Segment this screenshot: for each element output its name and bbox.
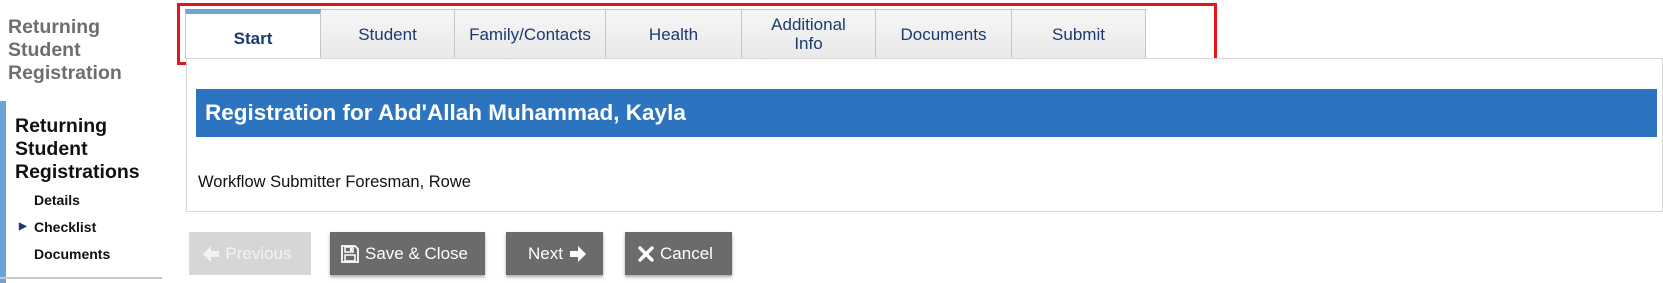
selected-arrow-icon: ▶ (19, 221, 27, 232)
tab-strip: Start Student Family/Contacts Health Add… (185, 9, 1146, 59)
previous-label: Previous (225, 243, 292, 263)
sidebar-item-label: Checklist (34, 219, 97, 235)
sidebar-item-label: Documents (34, 246, 111, 262)
save-close-label: Save & Close (365, 243, 468, 263)
tab-submit[interactable]: Submit (1012, 9, 1146, 59)
previous-button[interactable]: Previous (189, 232, 311, 275)
tab-additional-info[interactable]: Additional Info (742, 9, 876, 59)
next-button[interactable]: Next (506, 232, 603, 275)
next-label: Next (528, 243, 563, 263)
divider (0, 277, 162, 279)
cancel-label: Cancel (660, 243, 713, 263)
sidebar-item-label: Details (34, 192, 80, 208)
sidebar-item-checklist[interactable]: ▶ Checklist (6, 216, 162, 243)
arrow-left-icon (203, 245, 220, 262)
save-close-button[interactable]: Save & Close (330, 232, 485, 275)
tab-health[interactable]: Health (606, 9, 742, 59)
sidebar-item-documents[interactable]: Documents (6, 243, 162, 270)
app-title: Returning Student Registration (8, 16, 122, 84)
floppy-disk-icon (341, 244, 359, 263)
main-panel: Registration for Abd'Allah Muhammad, Kay… (186, 58, 1663, 212)
sidebar: Returning Student Registration Returning… (0, 0, 162, 283)
tab-student[interactable]: Student (321, 9, 455, 59)
page-title-banner: Registration for Abd'Allah Muhammad, Kay… (196, 89, 1657, 137)
sidebar-item-details[interactable]: Details (6, 189, 162, 216)
cancel-button[interactable]: Cancel (625, 232, 732, 275)
tab-family-contacts[interactable]: Family/Contacts (455, 9, 606, 59)
tab-start[interactable]: Start (185, 9, 321, 59)
workflow-submitter-text: Workflow Submitter Foresman, Rowe (198, 173, 471, 191)
sidebar-section-title: Returning Student Registrations (15, 115, 140, 183)
x-icon (638, 245, 654, 262)
sidebar-section: Returning Student Registrations Details … (0, 101, 162, 283)
tab-documents[interactable]: Documents (876, 9, 1012, 59)
sidebar-nav: Details ▶ Checklist Documents (6, 189, 162, 270)
arrow-right-icon (569, 245, 586, 262)
